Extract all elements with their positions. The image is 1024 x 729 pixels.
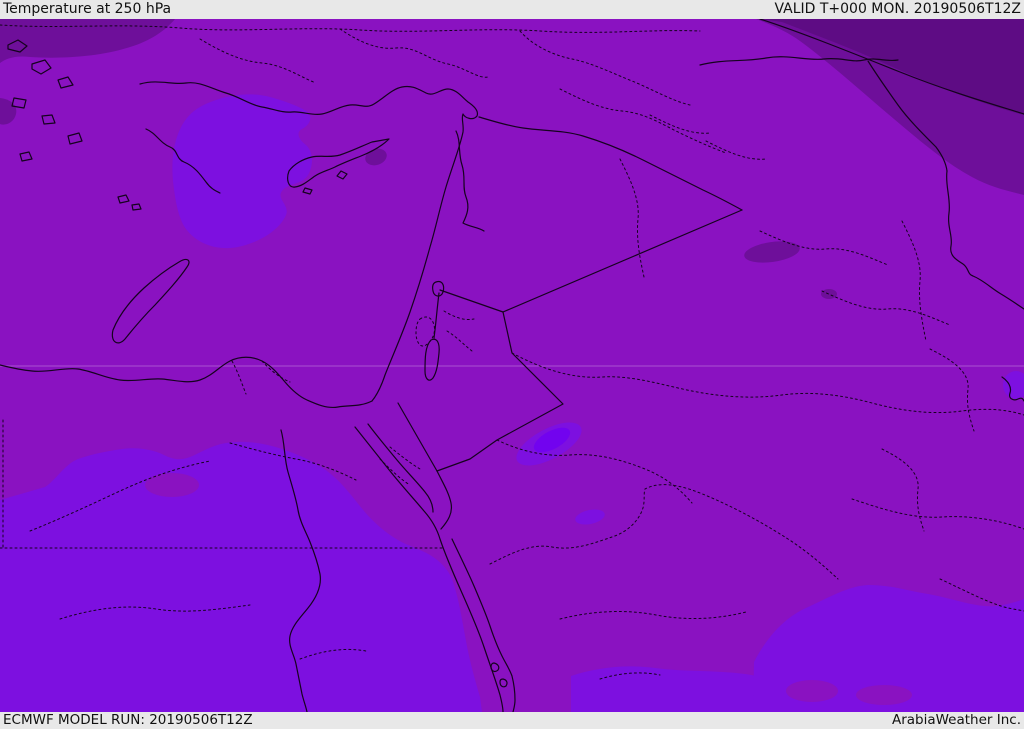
model-run-label: ECMWF MODEL RUN: 20190506T12Z: [3, 712, 253, 728]
weather-map-svg: [0, 19, 1024, 712]
footer-bar: ECMWF MODEL RUN: 20190506T12Z ArabiaWeat…: [0, 712, 1024, 729]
base-island-south-1: [786, 680, 838, 702]
valid-time-label: VALID T+000 MON. 20190506T12Z: [774, 1, 1021, 17]
map-canvas: [0, 19, 1024, 712]
credit-label: ArabiaWeather Inc.: [891, 712, 1021, 728]
base-island-notch-egypt: [145, 473, 199, 497]
temp-region-cold-small-pocket: [821, 289, 837, 299]
header-bar: Temperature at 250 hPa VALID T+000 MON. …: [0, 0, 1024, 19]
base-island-south-2: [856, 685, 912, 705]
weather-map-screen: Temperature at 250 hPa VALID T+000 MON. …: [0, 0, 1024, 729]
page-title: Temperature at 250 hPa: [3, 1, 172, 17]
